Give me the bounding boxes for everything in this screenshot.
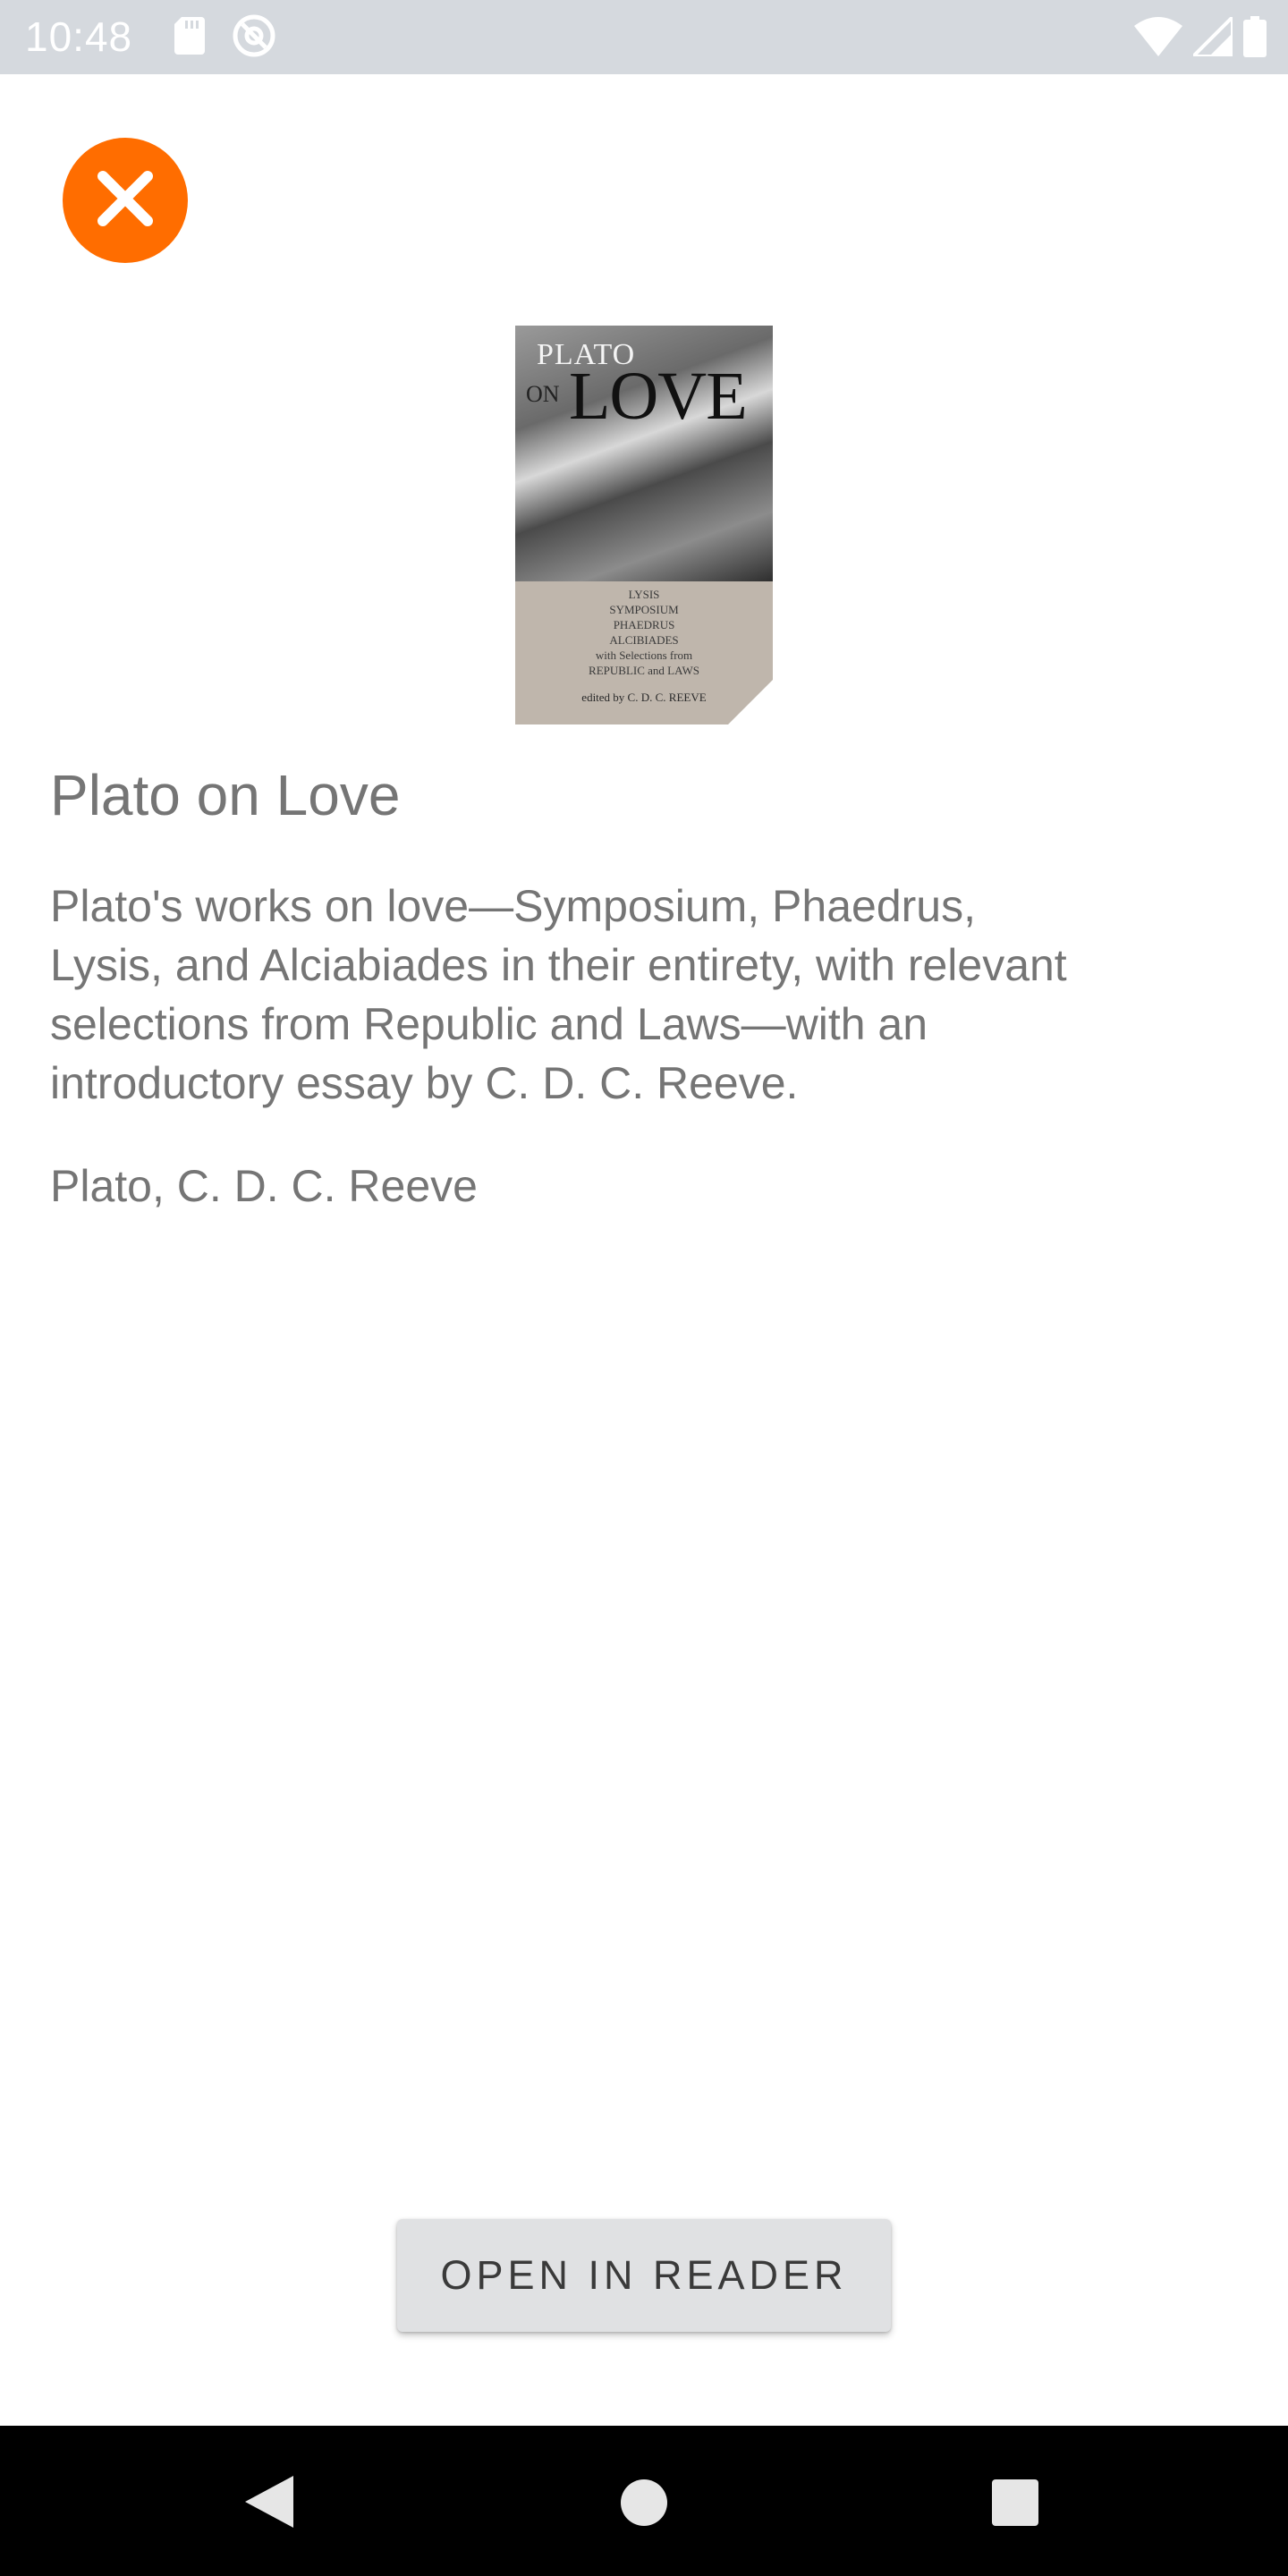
open-in-reader-button[interactable]: OPEN IN READER — [397, 2219, 891, 2332]
cover-contents-line: REPUBLIC and LAWS — [589, 664, 699, 677]
status-right-icons — [1134, 12, 1267, 62]
cover-title-big: LOVE — [569, 359, 748, 434]
book-detail-screen: 10:48 PLATO ON LOVE LYSIS SYMPOSIUM PHAE… — [0, 0, 1288, 2576]
sd-card-icon — [174, 16, 205, 59]
close-button[interactable] — [63, 138, 188, 263]
close-icon — [94, 167, 157, 234]
book-cover-image: PLATO ON LOVE LYSIS SYMPOSIUM PHAEDRUS A… — [515, 326, 773, 724]
status-time: 10:48 — [25, 13, 133, 60]
cover-contents-line: ALCIBIADES — [609, 633, 679, 647]
book-title: Plato on Love — [50, 763, 401, 827]
cover-contents: LYSIS SYMPOSIUM PHAEDRUS ALCIBIADES with… — [515, 587, 773, 678]
cover-contents-line: with Selections from — [595, 648, 693, 662]
book-authors: Plato, C. D. C. Reeve — [50, 1161, 478, 1211]
cover-contents-line: PHAEDRUS — [613, 618, 675, 631]
status-left-icons — [174, 14, 276, 59]
status-bar: 10:48 — [0, 0, 1288, 74]
signal-icon — [1189, 12, 1234, 61]
home-circle-icon[interactable] — [621, 2479, 667, 2526]
book-description: Plato's works on love—Symposium, Phaedru… — [50, 881, 1067, 1108]
cover-contents-line: LYSIS — [628, 588, 660, 601]
at-sign-icon — [232, 13, 276, 63]
wifi-icon — [1134, 16, 1182, 61]
back-triangle-icon[interactable] — [245, 2476, 293, 2528]
recents-square-icon[interactable] — [992, 2479, 1038, 2526]
navigation-bar — [0, 2426, 1288, 2576]
cover-title-on: ON — [526, 381, 560, 407]
cover-contents-line: SYMPOSIUM — [609, 603, 679, 616]
battery-icon — [1243, 15, 1267, 62]
cover-page-curl — [728, 680, 773, 724]
